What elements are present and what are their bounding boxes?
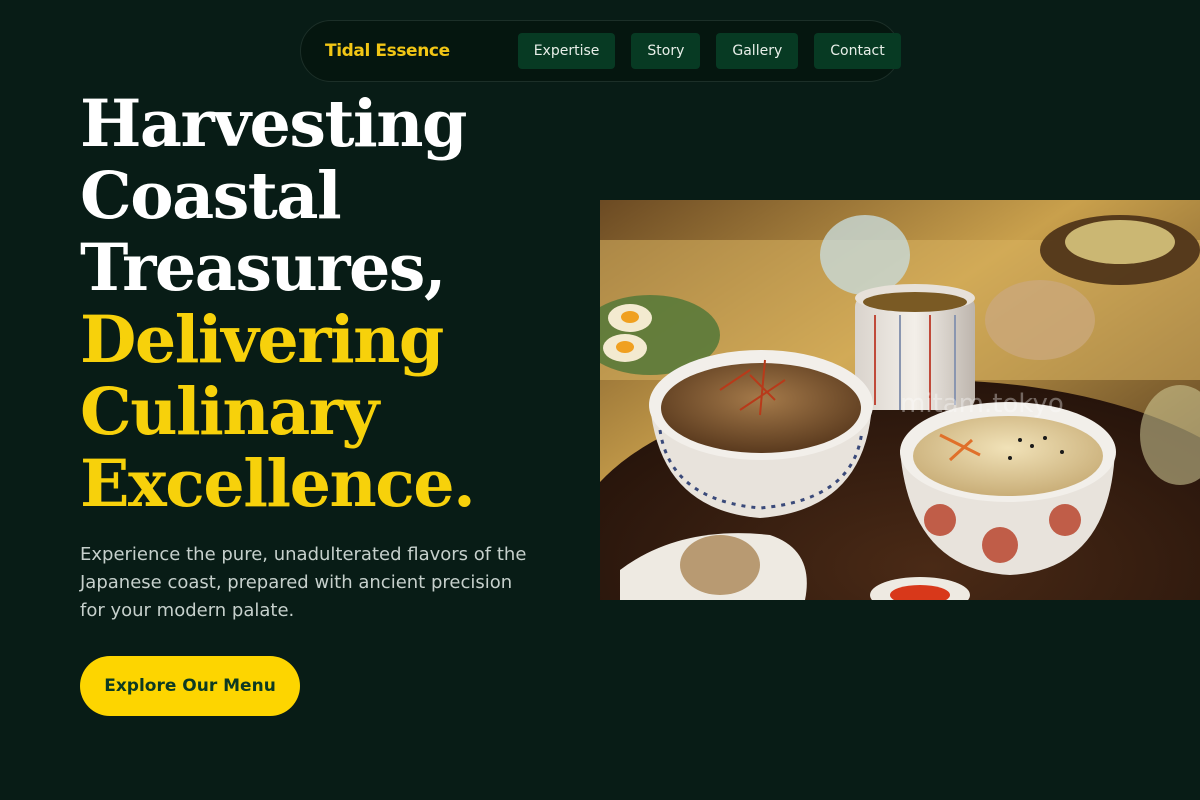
nav-link-gallery[interactable]: Gallery — [716, 33, 799, 69]
top-navigation: Tidal Essence Expertise Story Gallery Co… — [300, 20, 901, 82]
hero-headline: Harvesting Coastal Treasures, Delivering… — [80, 86, 476, 522]
image-watermark: mitam.tokyo — [900, 389, 1064, 419]
nav-link-contact[interactable]: Contact — [814, 33, 901, 69]
headline-line-5: Culinary — [80, 374, 379, 450]
headline-line-2: Coastal — [80, 158, 342, 234]
explore-menu-button[interactable]: Explore Our Menu — [80, 656, 300, 716]
page: Tidal Essence Expertise Story Gallery Co… — [0, 0, 1200, 800]
nav-link-story[interactable]: Story — [631, 33, 701, 69]
headline-line-1: Harvesting — [80, 86, 467, 162]
brand-logo[interactable]: Tidal Essence — [325, 41, 450, 61]
headline-line-6: Excellence. — [80, 446, 476, 522]
nav-links: Expertise Story Gallery Contact — [517, 33, 901, 69]
headline-line-3: Treasures, — [80, 230, 447, 306]
hero-food-image: mitam.tokyo — [600, 200, 1200, 600]
hero-description: Experience the pure, unadulterated flavo… — [80, 544, 527, 621]
headline-line-4: Delivering — [80, 302, 444, 378]
nav-link-expertise[interactable]: Expertise — [517, 33, 616, 69]
